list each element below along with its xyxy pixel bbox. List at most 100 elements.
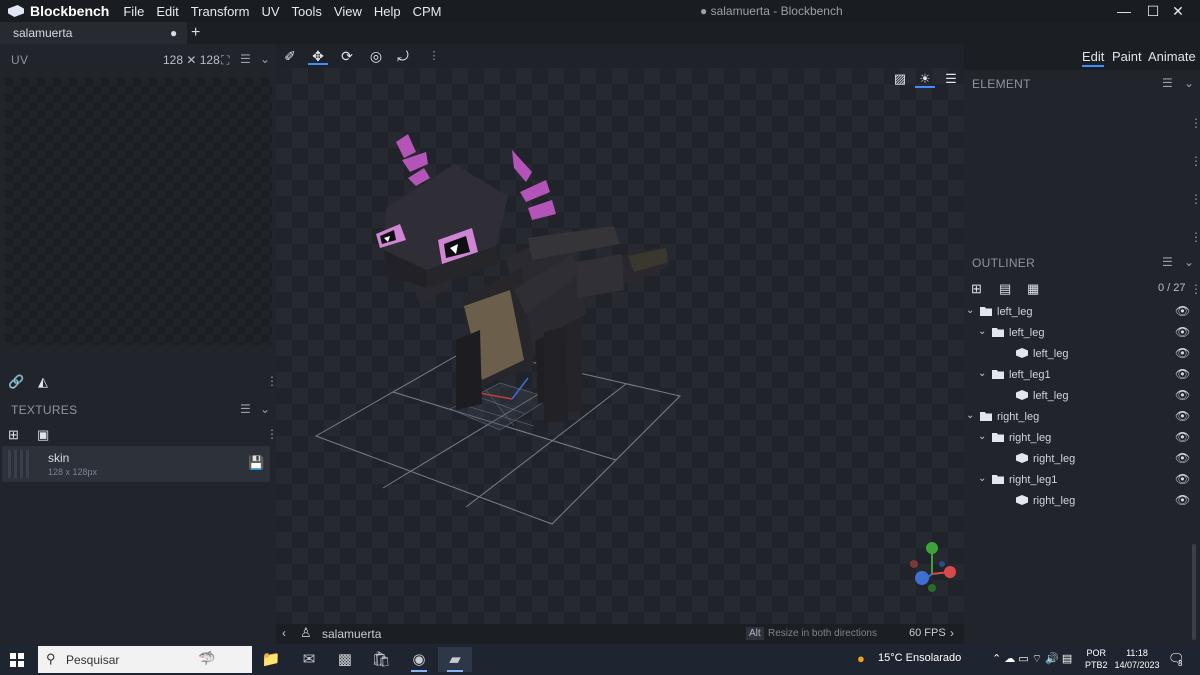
close-button[interactable]: ✕ <box>1156 0 1200 22</box>
menu-help[interactable]: Help <box>368 4 407 19</box>
chrome-icon[interactable]: ◉ <box>402 647 436 672</box>
right-panel: Edit Paint Animate ELEMENT ☰ ⌄ ⋮ ⋮ ⋮ ⋮ O… <box>964 44 1200 644</box>
visibility-eye-icon[interactable]: 👁 <box>1175 346 1190 360</box>
app-name: Blockbench <box>30 3 110 19</box>
visibility-eye-icon[interactable]: 👁 <box>1175 451 1190 465</box>
visibility-eye-icon[interactable]: 👁 <box>1175 304 1190 318</box>
cube-icon <box>1016 348 1028 358</box>
visibility-eye-icon[interactable]: 👁 <box>1175 493 1190 507</box>
outliner-group-row[interactable]: ⌄ right_leg1 👁 <box>964 470 1194 491</box>
fullscreen-icon[interactable]: ⛶ <box>221 53 229 68</box>
outliner-scrollbar[interactable] <box>1192 544 1196 640</box>
weather-text[interactable]: 15°C Ensolarado <box>878 652 961 664</box>
language-indicator[interactable]: POR PTB2 <box>1085 647 1108 671</box>
menu-cpm[interactable]: CPM <box>407 4 448 19</box>
file-explorer-icon[interactable]: 📁 <box>254 647 288 672</box>
outliner-group-row[interactable]: ⌄ left_leg 👁 <box>964 302 1194 323</box>
import-texture-icon[interactable]: ▣ <box>37 427 49 443</box>
resize-tool-icon[interactable]: ⤾ <box>393 47 413 65</box>
visibility-eye-icon[interactable]: 👁 <box>1175 325 1190 339</box>
element-panel-title: ELEMENT <box>972 77 1031 91</box>
windows-start-icon[interactable] <box>10 653 24 667</box>
mail-icon[interactable]: ✉ <box>292 647 326 672</box>
key-hint-badge: Alt <box>746 627 764 640</box>
system-tray-icons[interactable]: ⌃ ☁ ▭ ⌔ 🔊 ▤ <box>992 652 1072 666</box>
add-texture-icon[interactable]: ⊞ <box>8 427 19 443</box>
more-options-icon[interactable]: ⋮ <box>1190 192 1200 206</box>
chevron-down-icon[interactable]: ⌄ <box>978 431 986 442</box>
new-tab-button[interactable]: + <box>191 22 200 44</box>
chevron-down-icon[interactable]: ⌄ <box>978 473 986 484</box>
app-logo: Blockbench <box>0 3 109 19</box>
texture-list-item[interactable]: skin 128 x 128px 💾 <box>2 446 270 482</box>
chevron-down-icon[interactable]: ⌄ <box>978 326 986 337</box>
uv-size-label[interactable]: 128 ✕ 128 <box>163 53 220 67</box>
chevron-down-icon[interactable]: ⌄ <box>978 368 986 379</box>
panel-menu-icon[interactable]: ☰ <box>1162 76 1173 90</box>
outliner-group-row[interactable]: ⌄ right_leg 👁 <box>964 407 1194 428</box>
chevron-down-icon[interactable]: ⌄ <box>1184 76 1194 90</box>
menu-view[interactable]: View <box>328 4 368 19</box>
save-icon[interactable]: 💾 <box>248 455 264 471</box>
panel-menu-icon[interactable]: ☰ <box>240 52 251 66</box>
chevron-down-icon[interactable]: ⌄ <box>260 402 270 416</box>
more-options-icon[interactable]: ⋮ <box>1190 154 1200 168</box>
outliner-group-row[interactable]: ⌄ left_leg1 👁 <box>964 365 1194 386</box>
visibility-eye-icon[interactable]: 👁 <box>1175 367 1190 381</box>
chevron-down-icon[interactable]: ⌄ <box>966 410 974 421</box>
outliner-cube-row[interactable]: left_leg 👁 <box>964 344 1194 365</box>
menu-edit[interactable]: Edit <box>150 4 184 19</box>
mode-tab-paint[interactable]: Paint <box>1112 49 1142 64</box>
menu-uv[interactable]: UV <box>255 4 285 19</box>
mode-tab-animate[interactable]: Animate <box>1148 49 1196 64</box>
chevron-down-icon[interactable]: ⌄ <box>966 305 974 316</box>
menu-file[interactable]: File <box>117 4 150 19</box>
outliner-row-label: right_leg1 <box>1009 474 1058 486</box>
pivot-tool-icon[interactable]: ◎ <box>366 47 386 65</box>
panel-menu-icon[interactable]: ☰ <box>1162 255 1173 269</box>
outliner-cube-row[interactable]: right_leg 👁 <box>964 449 1194 470</box>
store-icon[interactable]: 🛍 <box>364 647 398 672</box>
link-icon[interactable]: 🔗 <box>8 374 24 390</box>
status-bar: ‹ ♙ salamuerta Alt Resize in both direct… <box>276 624 964 644</box>
more-options-icon[interactable]: ⋮ <box>1190 230 1200 244</box>
more-options-icon[interactable]: ⋮ <box>1190 116 1200 130</box>
blockbench-taskbar-icon[interactable]: ▰ <box>438 647 472 672</box>
taskbar-search-input[interactable]: ⚲ Pesquisar 🦈 <box>38 646 252 673</box>
chevron-down-icon[interactable]: ⌄ <box>1184 255 1194 269</box>
outliner-cube-row[interactable]: left_leg 👁 <box>964 386 1194 407</box>
vertex-snap-icon[interactable]: ✐ <box>280 47 300 65</box>
project-tab[interactable]: salamuerta <box>0 22 187 44</box>
outliner-panel-title: OUTLINER <box>972 256 1036 270</box>
outliner-cube-row[interactable]: right_leg 👁 <box>964 491 1194 512</box>
collapse-all-icon[interactable]: ▦ <box>1027 281 1039 297</box>
visibility-eye-icon[interactable]: 👁 <box>1175 388 1190 402</box>
visibility-eye-icon[interactable]: 👁 <box>1175 409 1190 423</box>
mode-tab-edit[interactable]: Edit <box>1082 49 1105 67</box>
menu-tools[interactable]: Tools <box>286 4 328 19</box>
panel-menu-icon[interactable]: ☰ <box>240 402 251 416</box>
unsaved-indicator-icon[interactable]: ● <box>170 22 177 44</box>
add-cube-icon[interactable]: ⊞ <box>971 281 982 297</box>
model-canvas[interactable]: ▨ ☀ ☰ <box>276 68 964 624</box>
move-tool-icon[interactable]: ✥ <box>308 47 328 65</box>
mirror-icon[interactable]: ◭ <box>38 374 48 390</box>
axis-gizmo[interactable] <box>902 542 962 602</box>
add-group-icon[interactable]: ▤ <box>999 281 1011 297</box>
more-options-icon[interactable]: ⋮ <box>1190 282 1200 296</box>
minecraft-icon[interactable]: ▩ <box>328 647 362 672</box>
visibility-eye-icon[interactable]: 👁 <box>1175 430 1190 444</box>
menu-transform[interactable]: Transform <box>185 4 256 19</box>
more-tools-icon[interactable]: ⋮ <box>424 47 444 65</box>
folder-icon <box>992 475 1004 484</box>
outliner-group-row[interactable]: ⌄ left_leg 👁 <box>964 323 1194 344</box>
outliner-group-row[interactable]: ⌄ right_leg 👁 <box>964 428 1194 449</box>
transform-toolbar: ✐ ✥ ⟳ ◎ ⤾ ⋮ <box>276 44 964 68</box>
chevron-down-icon[interactable]: ⌄ <box>260 52 270 66</box>
chevron-right-icon[interactable]: › <box>950 626 954 640</box>
taskbar-clock[interactable]: 11:18 14/07/2023 <box>1112 647 1162 671</box>
uv-editor-canvas[interactable] <box>5 78 272 345</box>
chevron-left-icon[interactable]: ‹ <box>282 626 286 640</box>
rotate-tool-icon[interactable]: ⟳ <box>337 47 357 65</box>
visibility-eye-icon[interactable]: 👁 <box>1175 472 1190 486</box>
